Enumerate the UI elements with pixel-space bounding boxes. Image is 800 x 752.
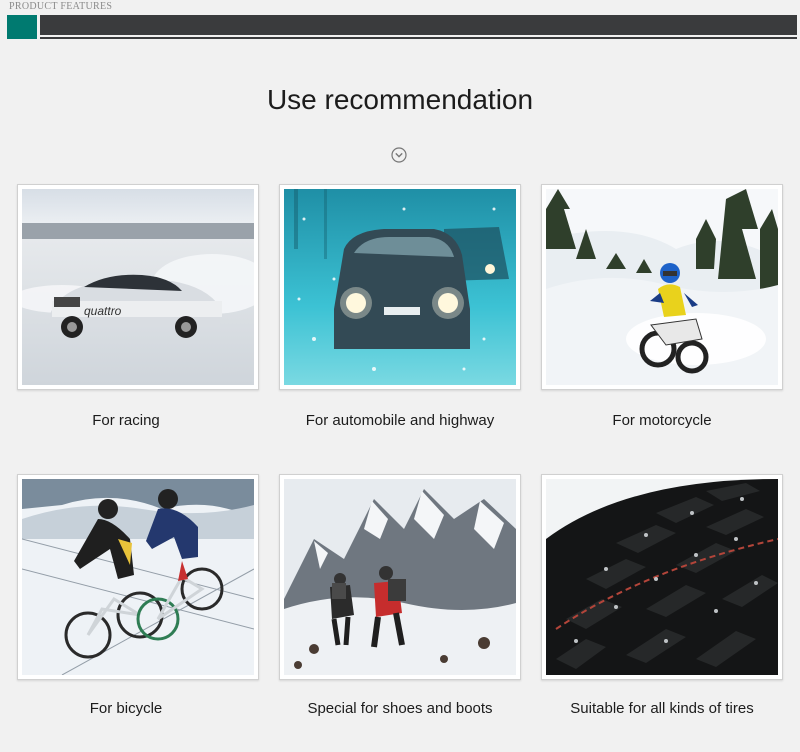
card-shoes-boots [279,474,521,680]
chevron-down-circle-icon [391,147,407,163]
page-title: Use recommendation [266,84,534,115]
card-tires [541,474,783,680]
caption-motorcycle: For motorcycle [612,412,712,429]
section-header: PRODUCT FEATURES [0,0,800,44]
svg-text:quattro: quattro [84,304,122,318]
caption-bicycle: For bicycle [89,700,163,717]
header-label: PRODUCT FEATURES [9,1,113,12]
car-snowstorm-image [284,189,516,385]
caption-shoes-boots: Special for shoes and boots [307,700,493,717]
rally-car-image: quattro [22,189,254,385]
studded-tire-image [546,479,778,675]
motocross-image [546,189,778,385]
card-racing: quattro [17,184,259,390]
header-accent-block [7,15,37,39]
caption-automobile: For automobile and highway [305,412,495,429]
card-automobile [279,184,521,390]
header-bar [40,15,797,35]
cyclists-image [22,479,254,675]
header-underline [40,37,797,39]
caption-racing: For racing [92,412,160,429]
caption-tires: Suitable for all kinds of tires [570,700,754,717]
hikers-image [284,479,516,675]
card-motorcycle [541,184,783,390]
card-bicycle [17,474,259,680]
